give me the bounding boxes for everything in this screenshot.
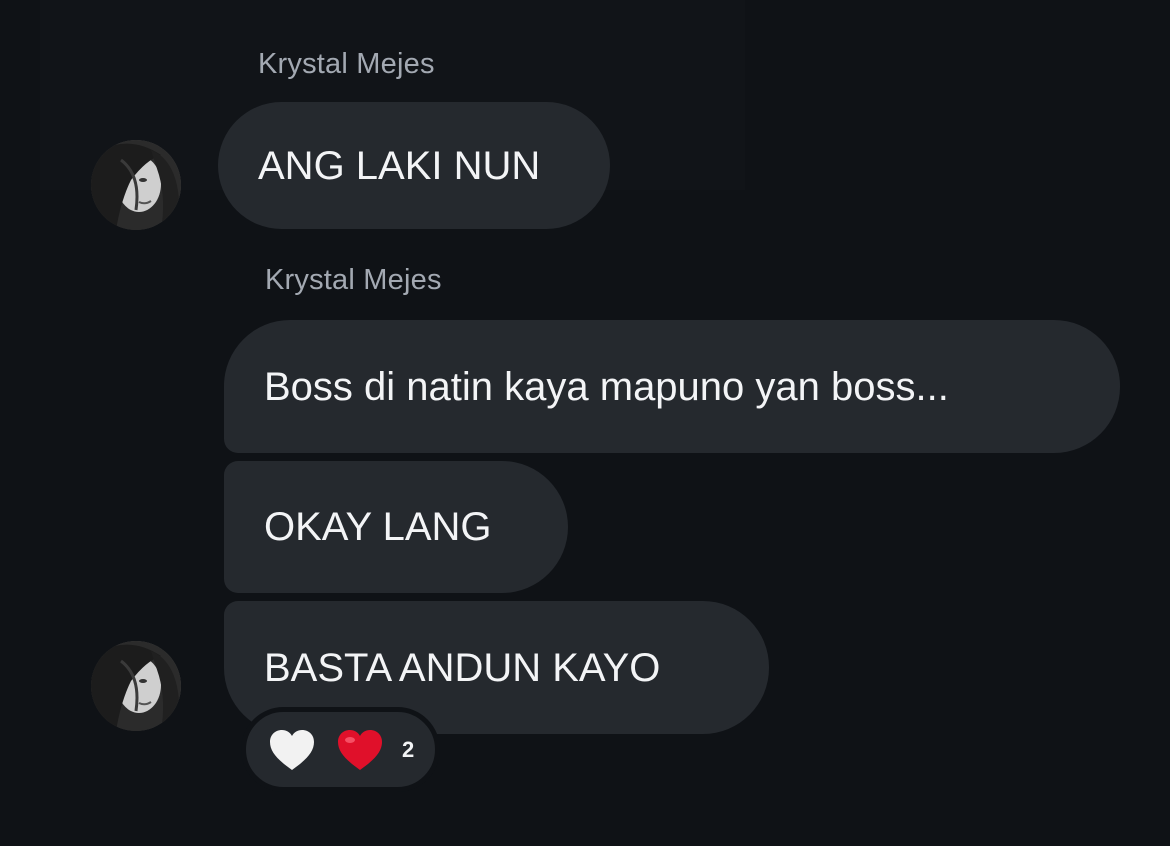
red-heart-icon xyxy=(336,728,384,772)
avatar[interactable] xyxy=(91,140,181,230)
sender-name: Krystal Mejes xyxy=(265,264,442,296)
message-text: OKAY LANG xyxy=(264,505,492,549)
avatar-portrait-icon xyxy=(91,140,181,230)
message-bubble[interactable]: ANG LAKI NUN xyxy=(218,102,610,229)
sender-name: Krystal Mejes xyxy=(258,48,435,80)
avatar-portrait-icon xyxy=(91,641,181,731)
reactions-pill[interactable]: 2 xyxy=(241,707,440,792)
message-text: Boss di natin kaya mapuno yan boss... xyxy=(264,364,949,409)
message-bubble[interactable]: Boss di natin kaya mapuno yan boss... xyxy=(224,320,1120,453)
avatar[interactable] xyxy=(91,641,181,731)
message-text: BASTA ANDUN KAYO xyxy=(264,645,661,690)
reaction-count: 2 xyxy=(402,736,415,762)
message-bubble[interactable]: OKAY LANG xyxy=(224,461,568,593)
white-heart-icon xyxy=(268,728,316,772)
message-text: ANG LAKI NUN xyxy=(258,143,541,188)
